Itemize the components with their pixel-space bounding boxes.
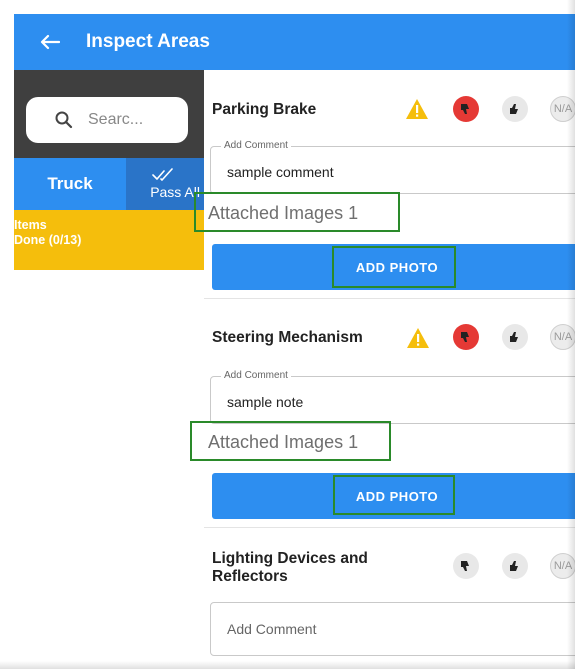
comment-field[interactable]: Add Comment sample note: [210, 370, 575, 424]
item-title: Parking Brake: [212, 101, 317, 118]
pass-all-label: Pass All: [150, 184, 200, 200]
page-title: Inspect Areas: [86, 31, 210, 52]
comment-field-placeholder: Add Comment: [227, 621, 317, 637]
comment-field-label: Add Comment: [221, 140, 291, 151]
sidebar-item-items[interactable]: Items Done (0/13): [14, 210, 204, 270]
comment-field-value: sample note: [227, 394, 304, 410]
thumbs-down-icon: [461, 561, 469, 571]
inspection-item-steering-mechanism: Steering Mechanism N/A Add Comment sampl…: [190, 299, 575, 528]
search-box[interactable]: [26, 97, 188, 143]
thumbs-up-button[interactable]: [502, 553, 528, 579]
add-photo-highlight: [333, 475, 455, 515]
thumbs-down-button[interactable]: [453, 96, 479, 122]
thumbs-up-icon: [510, 332, 518, 342]
item-title: Lighting Devices and Reflectors: [212, 550, 368, 586]
sidebar: Truck Pass All Items Done (0/13): [14, 70, 205, 669]
comment-field-value: sample comment: [227, 164, 334, 180]
thumbs-up-icon: [510, 561, 518, 571]
pass-all-button[interactable]: Pass All: [126, 158, 204, 210]
inspection-item-lighting-devices: Lighting Devices and Reflectors N/A Add …: [204, 528, 575, 669]
add-photo-highlight: [332, 246, 456, 288]
thumbs-down-icon: [461, 104, 469, 114]
item-title-line1: Lighting Devices and: [212, 550, 368, 567]
inspection-list: Parking Brake N/A Add Comment sample com…: [190, 70, 575, 669]
item-title: Steering Mechanism: [212, 329, 363, 346]
thumbs-down-button[interactable]: [453, 553, 479, 579]
app-frame: Inspect Areas Truck Pass All Items Done …: [0, 0, 575, 669]
back-arrow-icon: [40, 34, 60, 50]
inspection-item-parking-brake: Parking Brake N/A Add Comment sample com…: [194, 70, 575, 299]
warning-icon[interactable]: [405, 98, 429, 120]
thumbs-up-icon: [510, 104, 518, 114]
thumbs-down-icon: [461, 332, 469, 342]
thumbs-down-button[interactable]: [453, 324, 479, 350]
tab-truck[interactable]: Truck: [14, 158, 126, 210]
thumbs-up-button[interactable]: [502, 324, 528, 350]
frame-shadow-bottom: [0, 661, 575, 669]
back-button[interactable]: [30, 22, 70, 62]
thumbs-up-button[interactable]: [502, 96, 528, 122]
category-tabs: Truck Pass All: [14, 158, 204, 210]
comment-field-label: Add Comment: [221, 370, 291, 381]
warning-icon[interactable]: [406, 327, 430, 349]
search-area: [14, 70, 204, 158]
attached-images-highlight: [194, 192, 400, 232]
item-title-line2: Reflectors: [212, 568, 288, 585]
attached-images-highlight: [190, 421, 391, 461]
items-label: Items: [14, 218, 47, 232]
search-input[interactable]: [86, 110, 180, 130]
frame-shadow-right: [567, 0, 575, 669]
app-bar: Inspect Areas: [14, 14, 575, 70]
double-check-icon: [152, 168, 173, 181]
items-done-count: Done (0/13): [14, 233, 82, 247]
comment-field[interactable]: Add Comment sample comment: [210, 140, 575, 194]
search-icon: [55, 111, 73, 129]
comment-field[interactable]: Add Comment: [210, 602, 575, 656]
